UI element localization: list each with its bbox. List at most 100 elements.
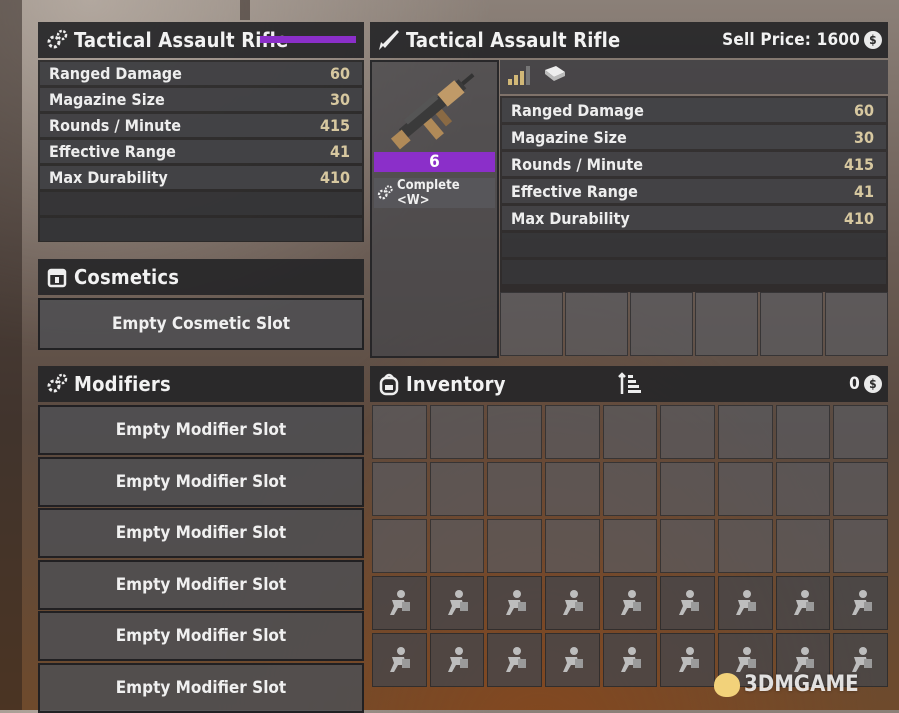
inventory-slot[interactable]	[545, 519, 600, 573]
inventory-slot[interactable]	[602, 519, 658, 573]
inventory-slot-locked[interactable]	[429, 576, 485, 630]
inventory-slot[interactable]	[545, 462, 600, 516]
inventory-slot-locked[interactable]	[660, 576, 715, 630]
watermark-text: 3DMGAME	[744, 672, 859, 697]
inventory-slot[interactable]	[487, 519, 542, 573]
item-detail-icons	[500, 60, 888, 94]
cosmetic-slot[interactable]: Empty Cosmetic Slot	[38, 298, 364, 350]
modifier-slot-label: Empty Modifier Slot	[115, 626, 287, 647]
stat-value: 41	[853, 181, 874, 201]
stat-row: Max Durability 410	[502, 206, 886, 230]
modifiers-header: Modifiers	[38, 366, 364, 402]
inventory-slot-locked[interactable]	[833, 576, 888, 630]
inventory-slot[interactable]	[429, 519, 485, 573]
stat-value: 60	[853, 100, 874, 120]
item-preview-panel: 6 Complete <W>	[370, 60, 499, 358]
modifier-slot-label: Empty Modifier Slot	[115, 523, 287, 544]
inventory-slot[interactable]	[487, 405, 542, 459]
inventory-slot[interactable]	[833, 519, 888, 573]
inventory-slot[interactable]	[718, 405, 773, 459]
inventory-slot[interactable]	[718, 462, 773, 516]
sort-icon[interactable]	[618, 372, 642, 401]
inventory-slot[interactable]	[660, 405, 715, 459]
inventory-slot-locked[interactable]	[545, 576, 600, 630]
inventory-slot[interactable]	[545, 405, 600, 459]
inventory-slot[interactable]	[487, 462, 542, 516]
gear-icon	[44, 371, 70, 397]
item-detail-header: Tactical Assault Rifle Sell Price: 1600 …	[370, 22, 888, 58]
book-icon[interactable]	[542, 64, 568, 90]
inventory-title: Inventory	[406, 372, 506, 396]
inventory-slot[interactable]	[833, 462, 888, 516]
inventory-slot[interactable]	[660, 519, 715, 573]
inventory-slot[interactable]	[602, 462, 658, 516]
stat-row: Effective Range 41	[502, 179, 886, 203]
gear-icon	[376, 184, 394, 202]
inventory-slot[interactable]	[602, 405, 658, 459]
coin-symbol: $	[869, 33, 877, 47]
inventory-slot[interactable]	[775, 405, 831, 459]
inventory-slot[interactable]	[775, 462, 831, 516]
weapon-part-slot[interactable]	[630, 292, 693, 356]
coin-icon: $	[864, 375, 882, 393]
modifier-slot[interactable]: Empty Modifier Slot	[38, 559, 364, 610]
watermark-mascot-icon	[714, 672, 740, 697]
inventory-slot-locked[interactable]	[487, 576, 542, 630]
sell-price: Sell Price: 1600 $	[722, 30, 882, 50]
inventory-slot-locked[interactable]	[602, 633, 658, 687]
inventory-slot-locked[interactable]	[775, 576, 831, 630]
inventory-slot-locked[interactable]	[602, 576, 658, 630]
stat-label: Magazine Size	[511, 127, 627, 147]
locked-slot-icon	[851, 590, 872, 615]
weapon-part-slot[interactable]	[500, 292, 563, 356]
stat-row-empty	[502, 260, 886, 284]
weapon-part-slot[interactable]	[565, 292, 628, 356]
inventory-slot-locked[interactable]	[660, 633, 715, 687]
weapon-part-slots	[500, 292, 888, 356]
inventory-slot-locked[interactable]	[372, 633, 427, 687]
weapon-part-slot[interactable]	[695, 292, 758, 356]
item-detail-stats-list: Ranged Damage 60 Magazine Size 30 Rounds / M…	[500, 96, 888, 292]
inventory-slot[interactable]	[660, 462, 715, 516]
assemble-button[interactable]: Complete <W>	[374, 178, 495, 208]
coin-icon: $	[864, 31, 882, 49]
modifier-slot[interactable]: Empty Modifier Slot	[38, 663, 364, 713]
inventory-slot-locked[interactable]	[372, 576, 427, 630]
backpack-icon	[376, 371, 402, 397]
inventory-slot[interactable]	[775, 519, 831, 573]
inventory-slot-locked[interactable]	[718, 576, 773, 630]
stat-value: 30	[329, 90, 350, 109]
modifier-slot[interactable]: Empty Modifier Slot	[38, 405, 364, 455]
inventory-slot[interactable]	[372, 462, 427, 516]
inventory-grid	[372, 405, 888, 687]
inventory-slot-locked[interactable]	[429, 633, 485, 687]
quality-bar	[260, 36, 356, 43]
inventory-slot[interactable]	[833, 405, 888, 459]
modifier-slot[interactable]: Empty Modifier Slot	[38, 611, 364, 662]
gear-icon	[44, 27, 70, 53]
inventory-slot[interactable]	[429, 405, 485, 459]
item-icon-slot[interactable]	[374, 64, 495, 150]
modifier-slot[interactable]: Empty Modifier Slot	[38, 508, 364, 559]
inventory-slot-locked[interactable]	[487, 633, 542, 687]
locked-slot-icon	[505, 647, 526, 672]
inventory-slot[interactable]	[372, 519, 427, 573]
stat-label: Ranged Damage	[511, 100, 644, 120]
inventory-slot-locked[interactable]	[545, 633, 600, 687]
locked-slot-icon	[851, 647, 872, 672]
quality-level: 6	[429, 152, 440, 172]
stat-label: Magazine Size	[49, 90, 165, 109]
paint-bucket-icon	[44, 264, 70, 290]
weapon-part-slot[interactable]	[825, 292, 888, 356]
stat-label: Max Durability	[511, 208, 630, 228]
locked-slot-icon	[505, 590, 526, 615]
modifier-slot[interactable]: Empty Modifier Slot	[38, 456, 364, 507]
inventory-slot[interactable]	[429, 462, 485, 516]
stat-row: Max Durability 410	[40, 166, 362, 189]
weapon-part-slot[interactable]	[760, 292, 823, 356]
inventory-slot[interactable]	[372, 405, 427, 459]
locked-slot-icon	[447, 590, 468, 615]
stat-value: 41	[329, 142, 350, 161]
inventory-slot[interactable]	[718, 519, 773, 573]
stat-label: Effective Range	[511, 181, 638, 201]
